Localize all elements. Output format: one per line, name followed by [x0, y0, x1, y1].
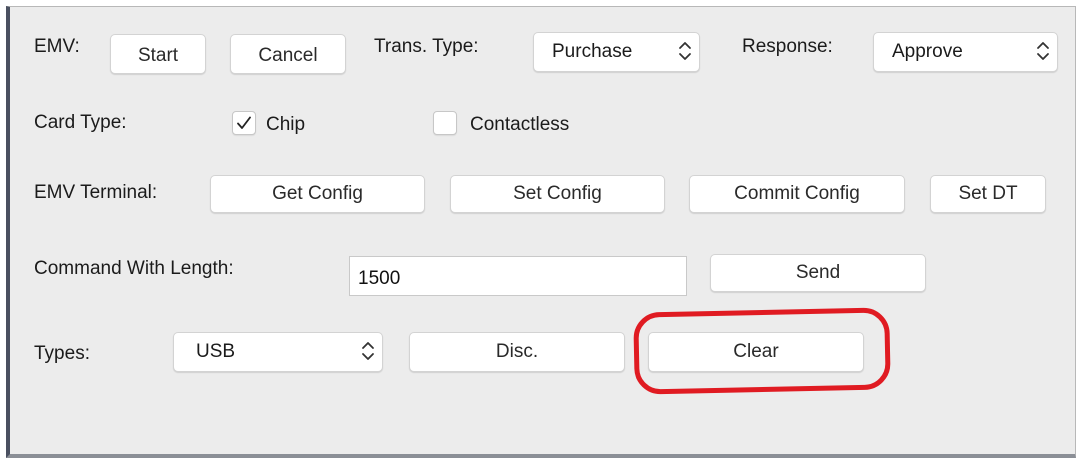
up-down-chevron-icon	[679, 42, 691, 60]
response-value: Approve	[892, 41, 963, 62]
chip-checkbox[interactable]	[232, 111, 256, 135]
types-select[interactable]: USB	[173, 332, 383, 372]
set-config-button[interactable]: Set Config	[450, 175, 665, 213]
clear-button[interactable]: Clear	[648, 332, 864, 372]
types-label: Types:	[34, 343, 90, 364]
send-button[interactable]: Send	[710, 254, 926, 292]
types-value: USB	[196, 341, 236, 362]
trans-type-label: Trans. Type:	[374, 36, 479, 57]
command-with-length-label: Command With Length:	[34, 258, 234, 279]
response-select[interactable]: Approve	[873, 32, 1058, 72]
command-length-input[interactable]	[349, 256, 687, 296]
trans-type-select[interactable]: Purchase	[533, 32, 700, 72]
checkmark-icon	[237, 116, 251, 129]
get-config-button[interactable]: Get Config	[210, 175, 425, 213]
response-label: Response:	[742, 36, 833, 57]
emv-label: EMV:	[34, 36, 80, 57]
cancel-button[interactable]: Cancel	[230, 34, 346, 74]
emv-terminal-label: EMV Terminal:	[34, 182, 158, 203]
up-down-chevron-icon	[1037, 42, 1049, 60]
start-button[interactable]: Start	[110, 34, 206, 74]
chip-label: Chip	[266, 114, 306, 135]
card-type-label: Card Type:	[34, 112, 127, 133]
trans-type-value: Purchase	[552, 41, 633, 62]
contactless-checkbox[interactable]	[433, 111, 457, 135]
set-dt-button[interactable]: Set DT	[930, 175, 1046, 213]
commit-config-button[interactable]: Commit Config	[689, 175, 905, 213]
up-down-chevron-icon	[362, 342, 374, 360]
contactless-label: Contactless	[470, 114, 570, 135]
disconnect-button[interactable]: Disc.	[409, 332, 625, 372]
